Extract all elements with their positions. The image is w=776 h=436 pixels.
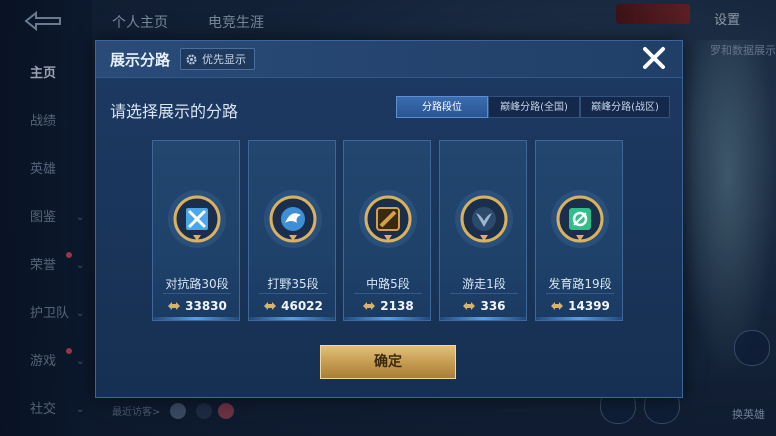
score-row: 33830 xyxy=(153,299,241,313)
lane-card[interactable]: 游走1段 336 xyxy=(439,140,527,321)
score-row: 14399 xyxy=(536,299,624,313)
card-bottom-glow xyxy=(249,317,335,320)
lane-card[interactable]: 对抗路30段 33830 xyxy=(152,140,240,321)
lane-card[interactable]: 打野35段 46022 xyxy=(248,140,336,321)
priority-display-label: 优先显示 xyxy=(202,53,246,66)
peak-score-icon xyxy=(168,302,181,310)
modal-title: 展示分路 xyxy=(110,51,171,69)
divider xyxy=(450,293,518,294)
divider xyxy=(546,293,614,294)
score-row: 46022 xyxy=(249,299,337,313)
lane-rank-label: 对抗路30段 xyxy=(165,277,229,291)
tab-peak-lane-region[interactable]: 巅峰分路(战区) xyxy=(580,96,670,118)
divider xyxy=(259,293,327,294)
lane-score: 336 xyxy=(480,299,506,313)
select-lane-prompt: 请选择展示的分路 xyxy=(110,102,239,121)
confirm-button[interactable]: 确定 xyxy=(320,345,456,379)
lane-rank-label: 发育路19段 xyxy=(548,277,612,291)
card-bottom-glow xyxy=(344,317,430,320)
peak-score-icon xyxy=(551,302,564,310)
tab-lane-rank[interactable]: 分路段位 xyxy=(396,96,488,118)
slash-badge-icon xyxy=(359,190,417,248)
card-bottom-glow xyxy=(440,317,526,320)
wings-badge-icon xyxy=(455,190,513,248)
tab-peak-lane-national[interactable]: 巅峰分路(全国) xyxy=(488,96,580,118)
lane-card[interactable]: 中路5段 2138 xyxy=(343,140,431,321)
dragon-badge-icon xyxy=(264,190,322,248)
gear-icon xyxy=(186,53,197,65)
lane-score: 33830 xyxy=(185,299,227,313)
score-row: 336 xyxy=(440,299,528,313)
lane-card[interactable]: 发育路19段 14399 xyxy=(535,140,623,321)
crossed-swords-badge-icon xyxy=(168,190,226,248)
lane-score: 14399 xyxy=(568,299,610,313)
lane-rank-label: 中路5段 xyxy=(366,277,410,291)
divider xyxy=(354,293,422,294)
close-icon[interactable] xyxy=(640,44,668,72)
priority-display-button[interactable]: 优先显示 xyxy=(180,48,255,70)
peak-score-icon xyxy=(264,302,277,310)
lane-score: 2138 xyxy=(380,299,414,313)
peak-score-icon xyxy=(463,302,476,310)
target-badge-icon xyxy=(551,190,609,248)
lane-rank-label: 游走1段 xyxy=(462,277,506,291)
peak-score-icon xyxy=(363,302,376,310)
lane-rank-label: 打野35段 xyxy=(267,277,319,291)
lane-score: 46022 xyxy=(281,299,323,313)
card-bottom-glow xyxy=(153,317,239,320)
divider xyxy=(163,293,231,294)
card-bottom-glow xyxy=(536,317,622,320)
modal-header: 展示分路 优先显示 xyxy=(96,41,682,78)
score-row: 2138 xyxy=(344,299,432,313)
